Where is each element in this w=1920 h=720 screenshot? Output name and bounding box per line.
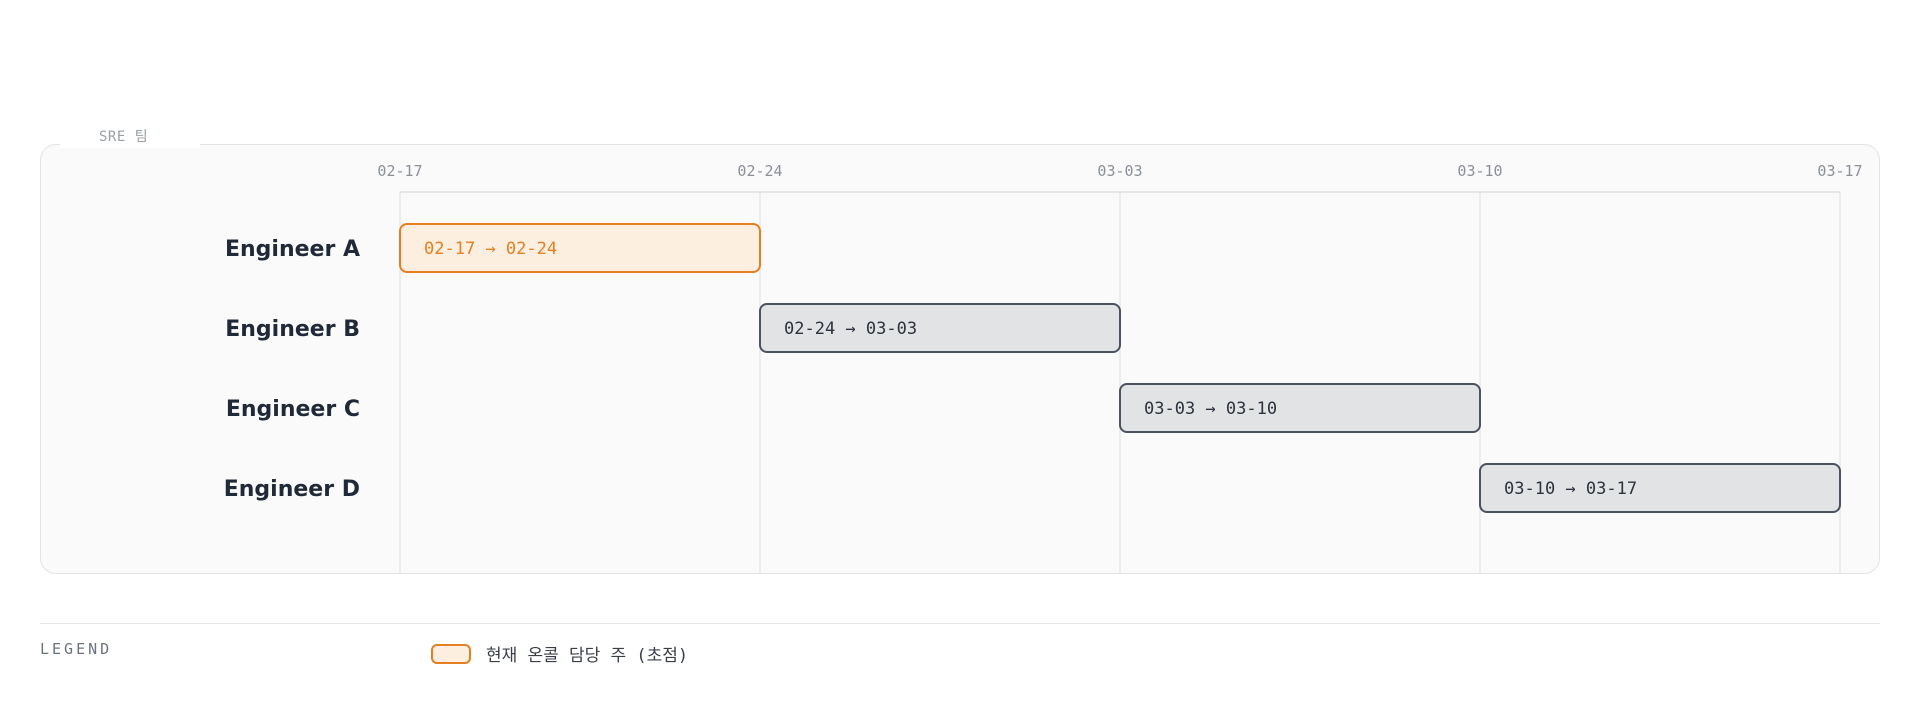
x-tick-label-03-10: 03-10 bbox=[1457, 162, 1502, 180]
bar-label-engineer-c: 03-03 → 03-10 bbox=[1144, 399, 1277, 419]
bar-label-engineer-a: 02-17 → 02-24 bbox=[424, 239, 557, 259]
bar-label-engineer-d: 03-10 → 03-17 bbox=[1504, 479, 1637, 499]
x-tick-label-02-24: 02-24 bbox=[737, 162, 782, 180]
bar-label-engineer-b: 02-24 → 03-03 bbox=[784, 319, 917, 339]
row-label-engineer-b: Engineer B bbox=[225, 317, 360, 342]
x-tick-label-02-17: 02-17 bbox=[377, 162, 422, 180]
legend-label-focus: 현재 온콜 담당 주 (초점) bbox=[486, 646, 689, 666]
gantt-chart: 02-17 02-24 03-03 03-10 03-17 Engineer A 02-17… bbox=[224, 162, 1863, 574]
row-label-engineer-a: Engineer A bbox=[225, 237, 360, 262]
x-tick-label-03-03: 03-03 bbox=[1097, 162, 1142, 180]
legend-swatch-focus bbox=[431, 643, 471, 664]
legend-divider bbox=[40, 623, 1880, 624]
legend-title: LEGEND bbox=[40, 640, 113, 658]
x-tick-label-03-17: 03-17 bbox=[1817, 162, 1862, 180]
row-label-engineer-c: Engineer C bbox=[226, 397, 360, 422]
row-label-engineer-d: Engineer D bbox=[224, 477, 360, 502]
legend-item-focus: 현재 온콜 담당 주 (초점) bbox=[431, 641, 688, 666]
